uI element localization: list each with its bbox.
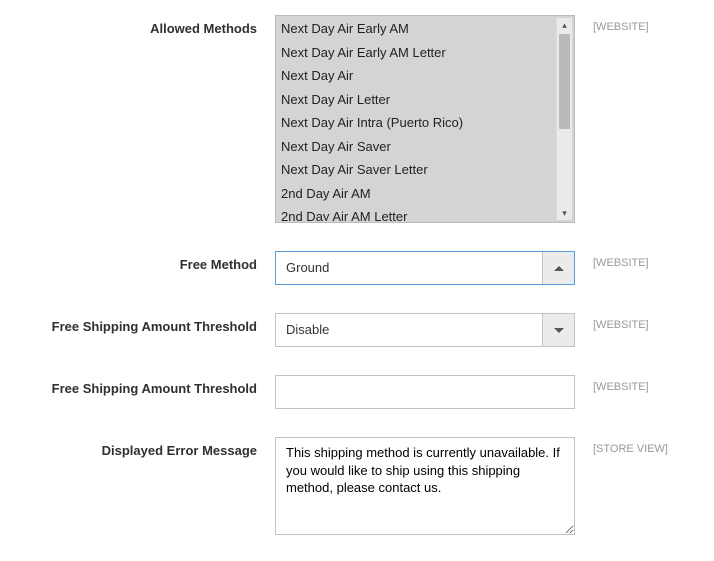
dropdown-toggle[interactable] — [542, 314, 574, 346]
label-free-method: Free Method — [30, 251, 275, 272]
free-shipping-threshold-select[interactable]: Disable — [275, 313, 575, 347]
allowed-methods-option[interactable]: Next Day Air Letter — [277, 88, 573, 112]
free-method-select[interactable]: Ground — [275, 251, 575, 285]
allowed-methods-option[interactable]: Next Day Air — [277, 64, 573, 88]
scope-free-shipping-threshold-amount: [WEBSITE] — [575, 375, 649, 393]
scroll-down-icon[interactable]: ▾ — [557, 206, 572, 220]
chevron-up-icon — [554, 266, 564, 271]
field-free-shipping-threshold-amount: Free Shipping Amount Threshold [WEBSITE] — [30, 375, 684, 409]
scroll-up-icon[interactable]: ▴ — [557, 18, 572, 32]
field-error-message: Displayed Error Message [STORE VIEW] — [30, 437, 684, 538]
allowed-methods-option[interactable]: 2nd Day Air AM Letter — [277, 205, 573, 221]
allowed-methods-option[interactable]: Next Day Air Intra (Puerto Rico) — [277, 111, 573, 135]
field-free-method: Free Method Ground [WEBSITE] — [30, 251, 684, 285]
field-allowed-methods: Allowed Methods Next Day Air Early AMNex… — [30, 15, 684, 223]
free-method-value: Ground — [276, 252, 542, 284]
scope-allowed-methods: [WEBSITE] — [575, 15, 649, 33]
label-free-shipping-threshold-amount: Free Shipping Amount Threshold — [30, 375, 275, 396]
label-error-message: Displayed Error Message — [30, 437, 275, 458]
allowed-methods-option[interactable]: Next Day Air Early AM — [277, 17, 573, 41]
allowed-methods-option[interactable]: Next Day Air Saver — [277, 135, 573, 159]
scope-free-method: [WEBSITE] — [575, 251, 649, 269]
label-allowed-methods: Allowed Methods — [30, 15, 275, 36]
error-message-textarea[interactable] — [275, 437, 575, 535]
dropdown-toggle[interactable] — [542, 252, 574, 284]
allowed-methods-multiselect[interactable]: Next Day Air Early AMNext Day Air Early … — [275, 15, 575, 223]
free-shipping-amount-input[interactable] — [275, 375, 575, 409]
allowed-methods-option[interactable]: Next Day Air Saver Letter — [277, 158, 573, 182]
scope-error-message: [STORE VIEW] — [575, 437, 668, 455]
scope-free-shipping-threshold-toggle: [WEBSITE] — [575, 313, 649, 331]
field-free-shipping-threshold-toggle: Free Shipping Amount Threshold Disable [… — [30, 313, 684, 347]
scrollbar[interactable]: ▴ ▾ — [556, 18, 572, 220]
allowed-methods-option[interactable]: Next Day Air Early AM Letter — [277, 41, 573, 65]
label-free-shipping-threshold-toggle: Free Shipping Amount Threshold — [30, 313, 275, 334]
scroll-thumb[interactable] — [559, 34, 570, 129]
chevron-down-icon — [554, 328, 564, 333]
allowed-methods-option[interactable]: 2nd Day Air AM — [277, 182, 573, 206]
free-shipping-threshold-value: Disable — [276, 314, 542, 346]
